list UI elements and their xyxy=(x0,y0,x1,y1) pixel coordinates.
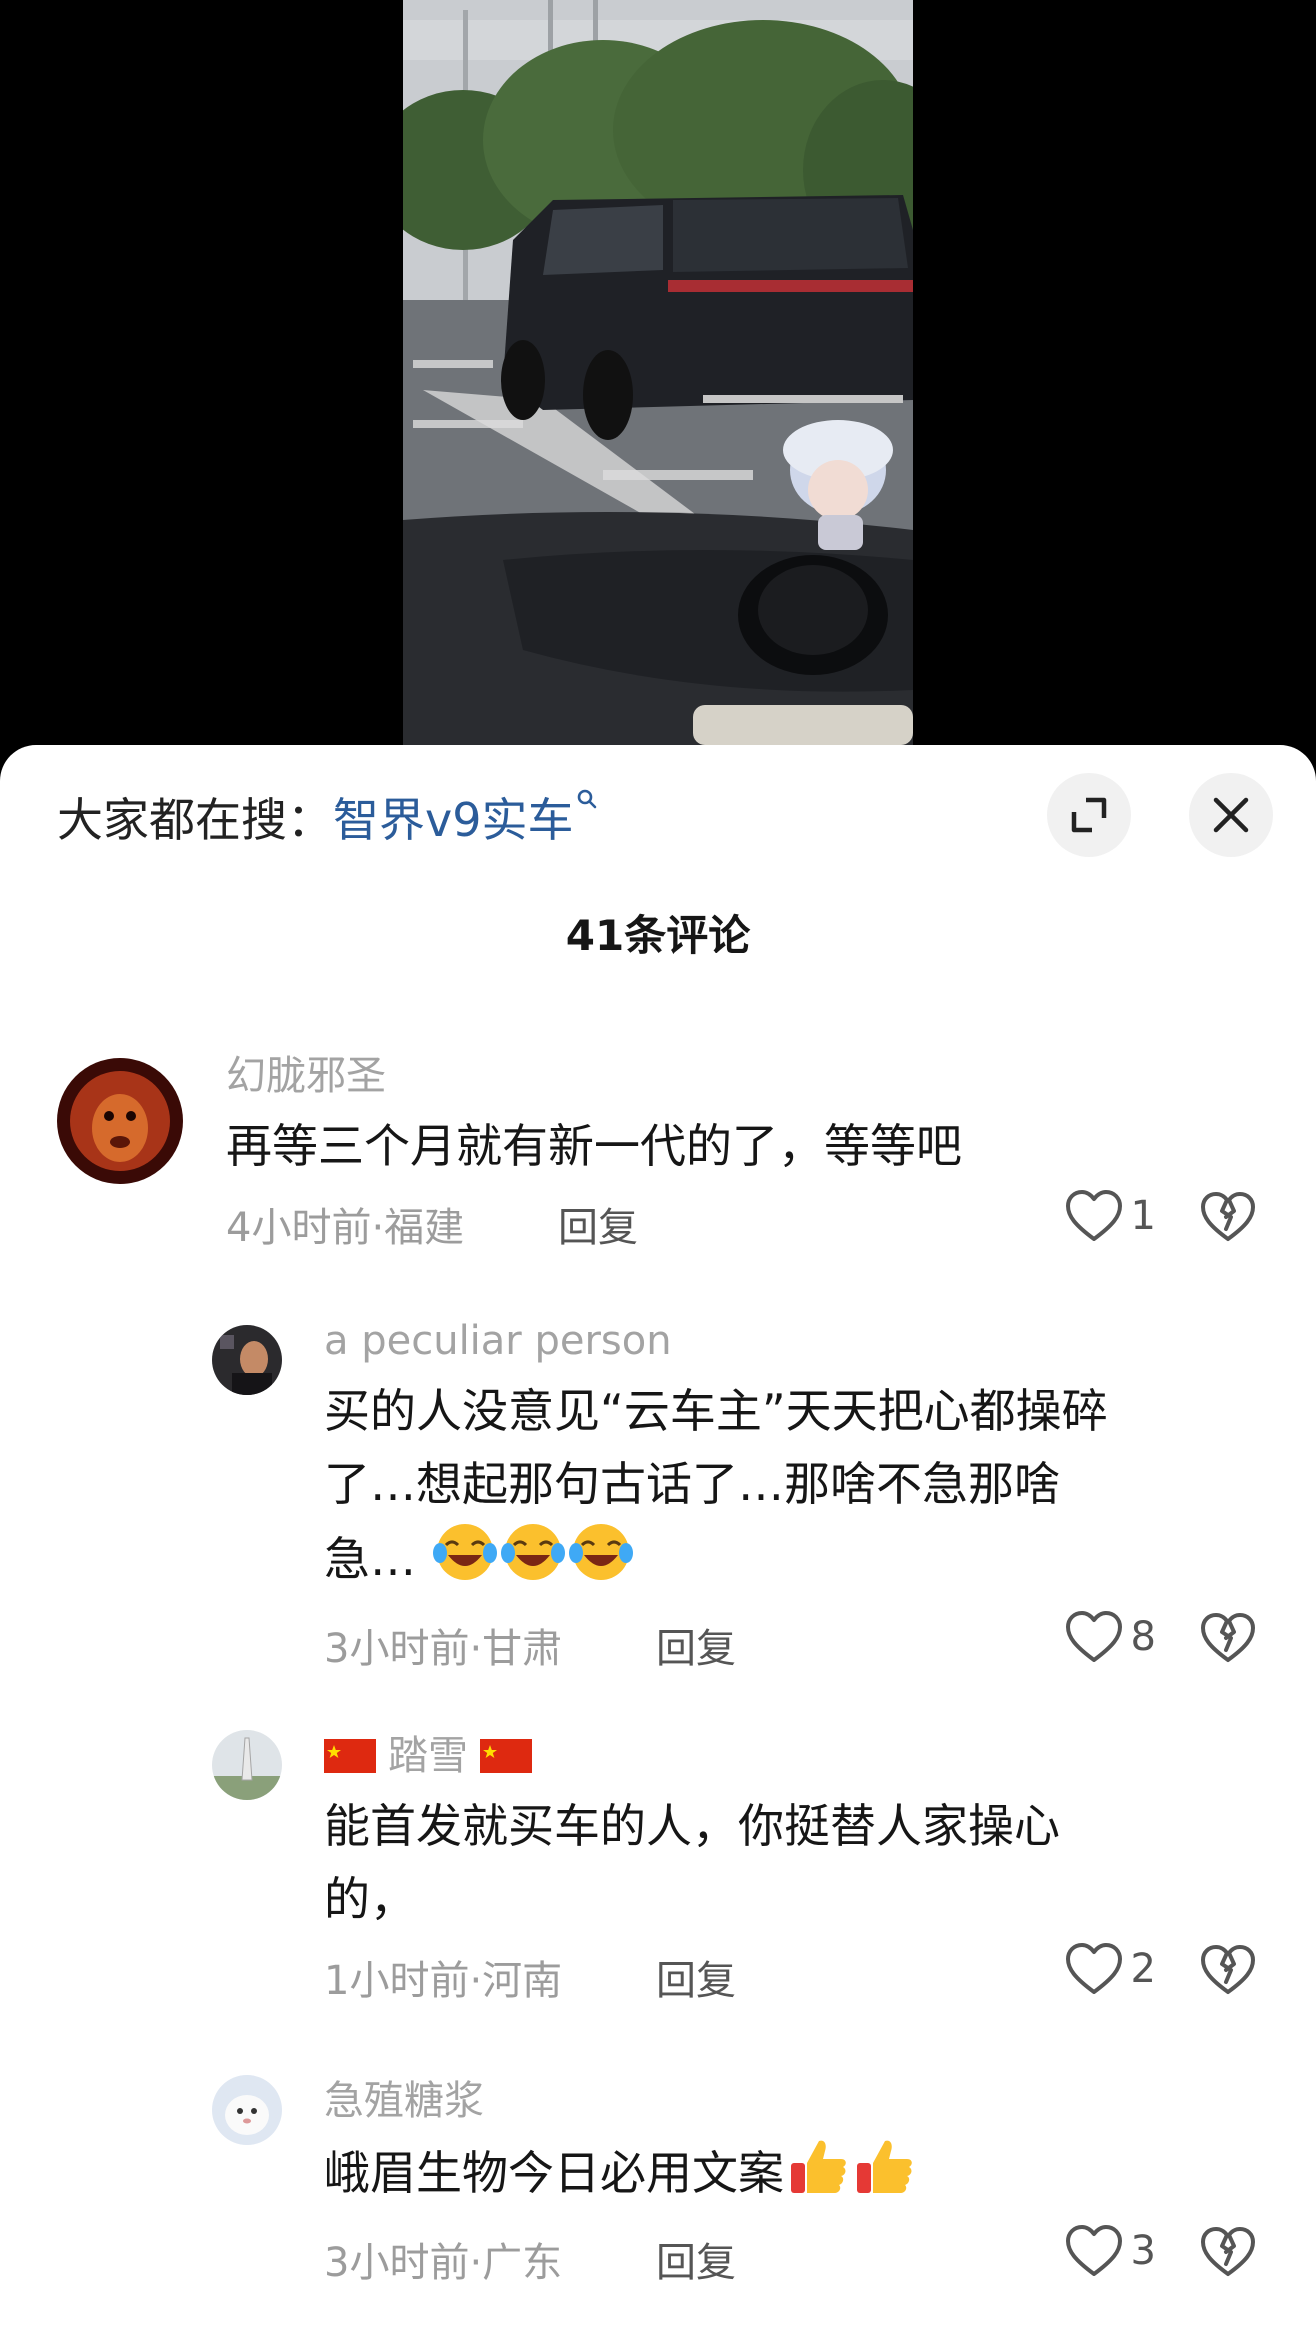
broken-heart-icon xyxy=(1201,1945,1255,1994)
comment-username[interactable]: a peculiar person xyxy=(324,1315,1256,1367)
comment-count-title: 41条评论 xyxy=(565,911,751,960)
reply-button[interactable]: 回复 xyxy=(558,1195,638,1253)
like-button[interactable]: 8 xyxy=(1065,1610,1156,1664)
trending-search-bar[interactable]: 大家都在搜： 智界v9实车 xyxy=(57,787,598,847)
expand-icon xyxy=(1071,797,1107,833)
close-icon xyxy=(1213,797,1249,833)
reply-button[interactable]: 回复 xyxy=(656,1948,736,2006)
comment-username[interactable]: 幻胧邪圣 xyxy=(226,1050,1256,1102)
comment-text: 峨眉生物今日必用文案 xyxy=(324,2135,1256,2218)
like-button[interactable]: 3 xyxy=(1065,2224,1156,2278)
avatar[interactable] xyxy=(57,1058,183,1184)
comment-text-content: 峨眉生物今日必用文案 xyxy=(324,2146,784,2200)
comment-text-line: 的， xyxy=(324,1872,416,1926)
heart-icon xyxy=(1065,1943,1122,1994)
reply-button[interactable]: 回复 xyxy=(656,2230,736,2288)
like-button[interactable]: 1 xyxy=(1065,1189,1156,1243)
thumbs-up-emoji xyxy=(785,2135,849,2218)
china-flag-icon xyxy=(480,1739,532,1773)
trending-search-prefix: 大家都在搜： xyxy=(57,793,333,847)
comment-text-line: 能首发就买车的人，你挺替人家操心 xyxy=(324,1799,1060,1853)
avatar[interactable] xyxy=(212,1730,282,1800)
like-count: 1 xyxy=(1130,1193,1156,1239)
video-player[interactable] xyxy=(403,0,913,745)
comment-text-line: 了…想起那句古话了…那啥不急那啥 xyxy=(324,1457,1060,1511)
dislike-button[interactable] xyxy=(1200,1612,1256,1668)
dislike-button[interactable] xyxy=(1200,2226,1256,2282)
heart-icon xyxy=(1065,1190,1122,1241)
comment-time-location: 3小时前·甘肃 xyxy=(324,1626,563,1672)
comment-text-line: 急… xyxy=(324,1532,416,1586)
crying-laughing-emoji xyxy=(568,1521,634,1604)
comment-username-text[interactable]: 踏雪 xyxy=(388,1730,468,1782)
comment-username[interactable]: 急殖糖浆 xyxy=(324,2075,1256,2127)
comment-time-location: 3小时前·广东 xyxy=(324,2240,563,2286)
broken-heart-icon xyxy=(1201,2227,1255,2276)
comment-text: 再等三个月就有新一代的了，等等吧 xyxy=(226,1119,962,1173)
like-count: 3 xyxy=(1130,2228,1156,2274)
thumbs-up-emoji xyxy=(851,2135,915,2218)
like-count: 8 xyxy=(1130,1614,1156,1660)
close-button[interactable] xyxy=(1189,773,1273,857)
comment-text: 买的人没意见“云车主”天天把心都操碎 了…想起那句古话了…那啥不急那啥 急… xyxy=(324,1375,1256,1604)
broken-heart-icon xyxy=(1201,1613,1255,1662)
crying-laughing-emoji xyxy=(500,1521,566,1604)
like-button[interactable]: 2 xyxy=(1065,1942,1156,1996)
comment-time-location: 1小时前·河南 xyxy=(324,1958,563,2004)
video-frame-image xyxy=(403,0,913,745)
trending-search-term[interactable]: 智界v9实车 xyxy=(333,784,574,850)
avatar[interactable] xyxy=(212,2075,282,2145)
comment-text-line: 买的人没意见“云车主”天天把心都操碎 xyxy=(324,1384,1108,1438)
broken-heart-icon xyxy=(1201,1192,1255,1241)
crying-laughing-emoji xyxy=(432,1521,498,1604)
heart-icon xyxy=(1065,2225,1122,2276)
avatar[interactable] xyxy=(212,1325,282,1395)
expand-button[interactable] xyxy=(1047,773,1131,857)
comment-username[interactable]: 踏雪 xyxy=(324,1730,1256,1782)
heart-icon xyxy=(1065,1611,1122,1662)
comment-sheet: 大家都在搜： 智界v9实车 41条评论 幻胧邪圣 再等三个月就有新一代的了，等等… xyxy=(0,745,1316,2337)
comment-text: 能首发就买车的人，你挺替人家操心 的， xyxy=(324,1790,1256,1936)
comment-time-location: 4小时前·福建 xyxy=(226,1205,465,1251)
reply-button[interactable]: 回复 xyxy=(656,1616,736,1674)
dislike-button[interactable] xyxy=(1200,1944,1256,2000)
dislike-button[interactable] xyxy=(1200,1191,1256,1247)
china-flag-icon xyxy=(324,1739,376,1773)
search-icon[interactable] xyxy=(576,788,598,814)
like-count: 2 xyxy=(1130,1946,1156,1992)
